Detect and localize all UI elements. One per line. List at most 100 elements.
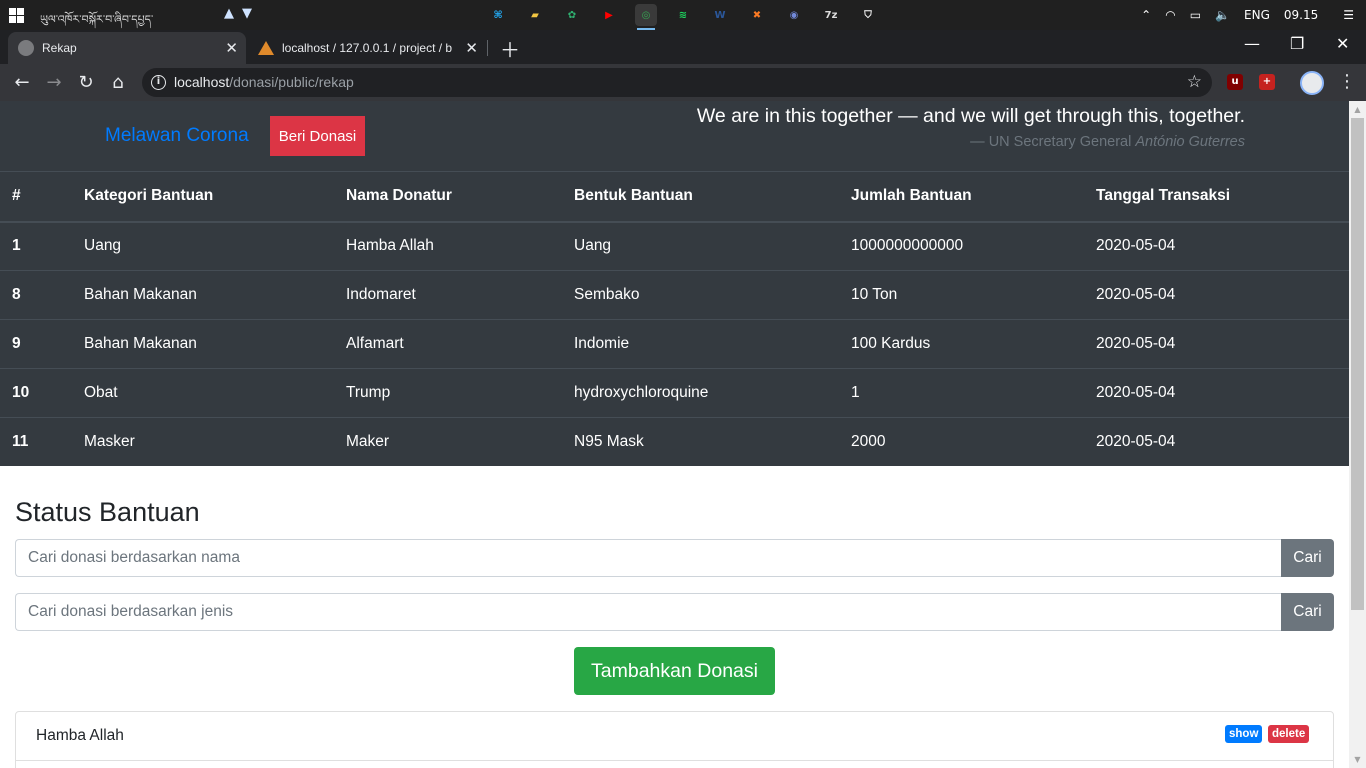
volume-icon[interactable]: 🔈 [1215,8,1230,22]
youtube-icon[interactable]: ▶ [598,4,620,26]
tab-phpmyadmin[interactable]: localhost / 127.0.0.1 / project / b ✕ [248,32,486,64]
table-cell: Trump [334,368,562,418]
scroll-down-icon[interactable]: ▼ [1349,751,1366,768]
browser-tab-strip: Rekap ✕ localhost / 127.0.0.1 / project … [0,30,1366,64]
search-type-button[interactable]: Cari [1281,593,1334,631]
profile-avatar[interactable] [1300,71,1324,95]
donation-list: Hamba Allah show delete [15,711,1334,768]
battery-icon[interactable]: ▭ [1190,8,1201,22]
minimize-icon[interactable]: — [1244,34,1260,53]
search-type-group: Cari [15,593,1334,631]
address-bar[interactable]: i localhost/donasi/public/rekap ☆ [142,68,1212,97]
column-header: Bentuk Bantuan [562,171,839,223]
taskbar-arrow-icons[interactable]: ▲▼ [224,6,260,21]
restore-icon[interactable]: ❐ [1290,34,1304,53]
show-button[interactable]: show [1225,725,1263,743]
discord-icon[interactable]: ◉ [783,4,805,26]
table-cell: Uang [72,221,334,271]
beri-donasi-button[interactable]: Beri Donasi [270,116,365,156]
table-row: 11 Masker Maker N95 Mask 2000 2020-05-04 [0,417,1349,467]
table-cell: Alfamart [334,319,562,369]
column-header: Tanggal Transaksi [1084,171,1349,223]
search-name-button[interactable]: Cari [1281,539,1334,577]
language-indicator[interactable]: ENG [1244,8,1270,22]
table-cell: 2000 [839,417,1084,467]
word-icon[interactable]: W [709,4,731,26]
table-row: 1 Uang Hamba Allah Uang 1000000000000 2020-05… [0,221,1349,271]
url-text[interactable]: localhost/donasi/public/rekap [174,74,354,90]
notification-icon[interactable]: ☰ [1343,8,1354,22]
tambahkan-donasi-button[interactable]: Tambahkan Donasi [574,647,775,695]
table-header-row: # Kategori Bantuan Nama Donatur Bentuk Bant… [0,171,1349,223]
table-cell: 9 [0,319,72,369]
tab-title: Rekap [42,41,77,55]
search-name-input[interactable] [15,539,1281,577]
bookmark-star-icon[interactable]: ☆ [1187,72,1202,92]
table-cell: 11 [0,417,72,467]
quote-source: — UN Secretary General António Guterres [970,134,1245,150]
close-tab-icon[interactable]: ✕ [225,39,238,57]
close-tab-icon[interactable]: ✕ [465,39,478,57]
browser-menu-icon[interactable]: ⋮ [1338,71,1356,92]
7zip-icon[interactable]: 7z [820,4,842,26]
status-title: Status Bantuan [15,497,200,527]
table-row: 8 Bahan Makanan Indomaret Sembako 10 Ton 2020… [0,270,1349,320]
table-cell: N95 Mask [562,417,839,467]
table-row: 9 Bahan Makanan Alfamart Indomie 100 Kardus 2… [0,319,1349,369]
reload-icon[interactable]: ↻ [73,70,99,96]
new-tab-icon[interactable]: ＋ [500,34,520,63]
shield-app-icon[interactable]: ⛉ [857,4,879,26]
column-header: Kategori Bantuan [72,171,334,223]
plus-extension-icon[interactable]: + [1259,74,1275,90]
info-icon[interactable]: i [151,75,166,90]
table-cell: 8 [0,270,72,320]
scrollbar-thumb[interactable] [1351,118,1364,610]
forward-icon[interactable]: → [41,70,67,96]
scroll-up-icon[interactable]: ▲ [1349,101,1366,118]
table-body: 1 Uang Hamba Allah Uang 1000000000000 2020-05… [0,221,1349,467]
table-cell: 10 Ton [839,270,1084,320]
page-viewport: Melawan Corona Beri Donasi We are in thi… [0,101,1349,768]
home-icon[interactable]: ⌂ [105,70,131,96]
spotify-icon[interactable]: ≋ [672,4,694,26]
chevron-up-icon[interactable]: ⌃ [1141,8,1151,22]
table-cell: Hamba Allah [334,221,562,271]
brand-link[interactable]: Melawan Corona [105,125,249,147]
table-cell: Indomie [562,319,839,369]
clock[interactable]: 09.15 [1284,8,1318,22]
page-scrollbar[interactable]: ▲ ▼ [1349,101,1366,768]
table-cell: Sembako [562,270,839,320]
back-icon[interactable]: ← [9,70,35,96]
column-header: Nama Donatur [334,171,562,223]
quote-text: We are in this together — and we will ge… [696,105,1245,127]
table-cell: Masker [72,417,334,467]
table-cell: Indomaret [334,270,562,320]
table-cell: Maker [334,417,562,467]
app-green-icon[interactable]: ✿ [561,4,583,26]
wifi-icon[interactable]: ◠ [1165,8,1175,22]
tab-rekap[interactable]: Rekap ✕ [8,32,246,64]
xampp-icon[interactable]: ✖ [746,4,768,26]
delete-button[interactable]: delete [1268,725,1310,743]
vscode-icon[interactable]: ⌘ [487,4,509,26]
table-cell: 10 [0,368,72,418]
tab-separator [487,40,488,56]
search-type-input[interactable] [15,593,1281,631]
table-cell: 1000000000000 [839,221,1084,271]
table-cell: 100 Kardus [839,319,1084,369]
rekap-table: # Kategori Bantuan Nama Donatur Bentuk Bant… [0,171,1349,467]
table-cell: 2020-05-04 [1084,368,1349,418]
close-window-icon[interactable]: ✕ [1336,34,1349,53]
ublock-extension-icon[interactable]: u [1227,74,1243,90]
table-cell: 2020-05-04 [1084,319,1349,369]
chrome-icon[interactable]: ◎ [635,4,657,30]
browser-toolbar: ← → ↻ ⌂ i localhost/donasi/public/rekap … [0,64,1366,101]
search-name-group: Cari [15,539,1334,577]
quote-block: We are in this together — and we will ge… [697,105,1245,150]
windows-start-icon[interactable] [9,8,24,23]
table-cell: 2020-05-04 [1084,270,1349,320]
file-explorer-icon[interactable]: ▰ [524,4,546,26]
donor-name: Hamba Allah [36,727,124,744]
system-tray: ⌃ ◠ ▭ 🔈 ENG 09.15 ☰ [1134,0,1366,30]
windows-taskbar: ཡུལ་འཁོར་བསྐོར་བ་ཞིབ་དཔྱད་ ▲▼ ⌘ ▰ ✿ ▶ ◎ ≋ W ✖ ◉ 7… [0,0,1366,30]
